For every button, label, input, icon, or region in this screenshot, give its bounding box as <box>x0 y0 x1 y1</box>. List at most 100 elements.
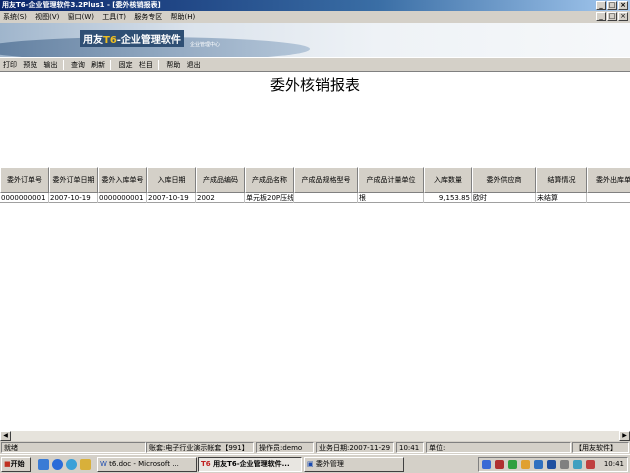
column-header[interactable]: 委外订单号 <box>0 167 49 193</box>
menu-bar: 系统(S) 视图(V) 窗口(W) 工具(T) 服务专区 帮助(H) _ □ × <box>0 11 630 23</box>
mdi-minimize-button[interactable]: _ <box>596 12 606 21</box>
menu-service[interactable]: 服务专区 <box>131 11 165 23</box>
maximize-button[interactable]: □ <box>607 1 617 10</box>
grid-line <box>423 193 424 203</box>
status-bar: 就绪 账套:电子行业演示帐套【991】 操作员:demo 业务日期:2007-1… <box>0 441 630 454</box>
menu-tools[interactable]: 工具(T) <box>99 11 129 23</box>
horizontal-scrollbar[interactable]: ◀ ▶ <box>0 430 630 441</box>
taskbar: ■开始 W t6.doc - Microsoft ... T6 用友T6-企业管… <box>0 454 630 473</box>
task-t6-software[interactable]: T6 用友T6-企业管理软件... <box>198 457 302 472</box>
table-cell[interactable]: 9,153.85 <box>424 193 472 203</box>
tray-icon[interactable] <box>521 460 530 469</box>
column-header[interactable]: 委外供应商 <box>472 167 536 193</box>
app-window-icon: ▣ <box>307 460 316 468</box>
column-header[interactable]: 入库数量 <box>424 167 472 193</box>
menu-help[interactable]: 帮助(H) <box>167 11 198 23</box>
grid-line <box>97 193 98 203</box>
tray-icon[interactable] <box>573 460 582 469</box>
help-button[interactable]: 帮助 <box>165 58 181 73</box>
status-brand: 【用友软件】 <box>572 442 629 453</box>
tray-icon[interactable] <box>586 460 595 469</box>
report-panel: 委外核销报表 委外订单号 委外订单日期 委外入库单号 入库日期 产成品编码 产成品名称 产成… <box>0 72 630 430</box>
freeze-button[interactable]: 固定 <box>118 58 134 73</box>
windows-logo-icon: ■ <box>4 460 11 468</box>
print-button[interactable]: 打印 <box>2 58 18 73</box>
grid-line <box>48 193 49 203</box>
toolbar: 打印 预览 输出 查询 刷新 固定 栏目 帮助 退出 <box>0 57 630 72</box>
product-logo: 用友T6-企业管理软件 <box>80 30 184 47</box>
scroll-left-icon[interactable]: ◀ <box>0 431 11 441</box>
column-header[interactable]: 产成品名称 <box>245 167 294 193</box>
grid-line <box>244 193 245 203</box>
toolbar-separator <box>62 60 64 70</box>
table-cell[interactable]: 2002 <box>196 193 245 203</box>
column-header[interactable]: 产成品规格型号 <box>294 167 358 193</box>
tray-icon[interactable] <box>495 460 504 469</box>
banner-subtitle: 企业管理中心 <box>190 42 221 48</box>
grid-line <box>146 193 147 203</box>
column-header[interactable]: 产成品计量单位 <box>358 167 424 193</box>
task-word-document[interactable]: W t6.doc - Microsoft ... <box>97 457 197 472</box>
grid-line <box>195 193 196 203</box>
report-title: 委外核销报表 <box>269 76 360 94</box>
export-button[interactable]: 输出 <box>42 58 58 73</box>
table-cell[interactable] <box>294 193 358 203</box>
task-outsourcing[interactable]: ▣ 委外管理 <box>304 457 404 472</box>
tray-icon[interactable] <box>508 460 517 469</box>
table-cell[interactable]: 0000000001 <box>0 193 49 203</box>
minimize-button[interactable]: _ <box>596 1 606 10</box>
grid-line <box>471 193 472 203</box>
menu-view[interactable]: 视图(V) <box>32 11 62 23</box>
menu-system[interactable]: 系统(S) <box>0 11 30 23</box>
word-icon: W <box>100 460 110 468</box>
query-button[interactable]: 查询 <box>70 58 86 73</box>
system-tray: 10:41 <box>478 457 628 472</box>
columns-button[interactable]: 栏目 <box>138 58 154 73</box>
column-header[interactable]: 结算情况 <box>536 167 587 193</box>
close-button[interactable]: × <box>618 1 628 10</box>
outlook-icon[interactable] <box>80 459 91 470</box>
volume-icon[interactable] <box>560 460 569 469</box>
table-cell[interactable]: 2007-10-19 <box>147 193 196 203</box>
refresh-button[interactable]: 刷新 <box>90 58 106 73</box>
app-banner: 用友T6-企业管理软件 企业管理中心 <box>0 23 630 57</box>
column-header[interactable]: 委外出库单号 <box>587 167 630 193</box>
grid-line <box>293 193 294 203</box>
media-player-icon[interactable] <box>66 459 77 470</box>
table-cell[interactable]: 2007-10-19 <box>49 193 98 203</box>
tray-icon[interactable] <box>482 460 491 469</box>
table-cell[interactable]: 未结算 <box>536 193 587 203</box>
start-button[interactable]: ■开始 <box>1 457 31 472</box>
exit-button[interactable]: 退出 <box>186 58 202 73</box>
table-cell[interactable]: 根 <box>358 193 424 203</box>
status-business-date: 业务日期:2007-11-29 <box>316 442 394 453</box>
table-cell[interactable]: 欧时 <box>472 193 536 203</box>
table-cell[interactable]: 单元板20P压线 <box>245 193 294 203</box>
grid-line <box>535 193 536 203</box>
grid-line <box>586 193 587 203</box>
clock: 10:41 <box>603 460 624 468</box>
t6-icon: T6 <box>201 460 214 468</box>
table-cell[interactable]: 0000000001 <box>98 193 147 203</box>
tray-icon[interactable] <box>534 460 543 469</box>
window-title: 用友T6-企业管理软件3.2Plus1 - [委外核销报表] <box>2 1 161 9</box>
status-operator: 操作员:demo <box>256 442 314 453</box>
status-unit: 单位: <box>426 442 571 453</box>
internet-explorer-icon[interactable] <box>52 459 63 470</box>
scroll-right-icon[interactable]: ▶ <box>619 431 630 441</box>
network-icon[interactable] <box>547 460 556 469</box>
status-time: 10:41 <box>396 442 424 453</box>
toolbar-separator <box>110 60 112 70</box>
menu-window[interactable]: 窗口(W) <box>65 11 97 23</box>
window-titlebar[interactable]: 用友T6-企业管理软件3.2Plus1 - [委外核销报表] _ □ × <box>0 0 630 11</box>
mdi-restore-button[interactable]: □ <box>607 12 617 21</box>
table-cell[interactable] <box>587 193 630 203</box>
column-header[interactable]: 委外入库单号 <box>98 167 147 193</box>
column-header[interactable]: 产成品编码 <box>196 167 245 193</box>
column-header[interactable]: 入库日期 <box>147 167 196 193</box>
preview-button[interactable]: 预览 <box>22 58 38 73</box>
column-header[interactable]: 委外订单日期 <box>49 167 98 193</box>
toolbar-separator <box>158 60 160 70</box>
desktop-icon[interactable] <box>38 459 49 470</box>
mdi-close-button[interactable]: × <box>618 12 628 21</box>
